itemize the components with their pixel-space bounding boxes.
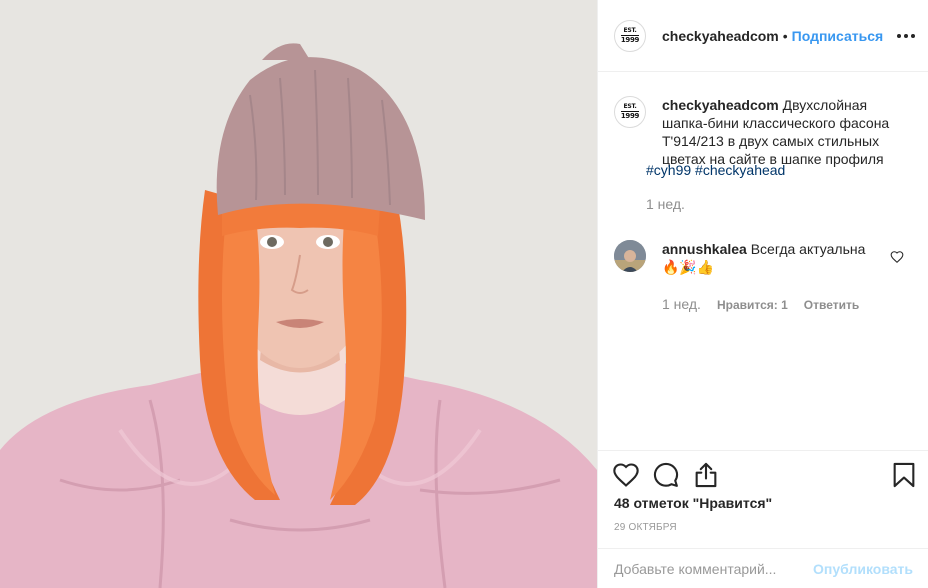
- reply-button[interactable]: Ответить: [804, 298, 859, 312]
- caption-text-block: checkyaheadcom Двухслойная шапка-бини кл…: [662, 96, 902, 168]
- add-comment-bar: Опубликовать: [598, 548, 928, 588]
- commenter-avatar[interactable]: [614, 240, 646, 272]
- header-username[interactable]: checkyaheadcom: [662, 28, 779, 44]
- header-separator: •: [782, 27, 788, 44]
- heart-icon[interactable]: [612, 461, 640, 489]
- comment-meta: 1 нед. Нравится: 1 Ответить: [662, 296, 859, 312]
- comment-icon[interactable]: [652, 461, 680, 489]
- commenter-avatar-image: [614, 240, 646, 272]
- caption-avatar[interactable]: EST. 1999: [614, 96, 646, 128]
- comment-text-block: annushkalea Всегда актуальна 🔥🎉👍: [662, 240, 882, 276]
- comment-time[interactable]: 1 нед.: [662, 296, 701, 312]
- account-avatar[interactable]: EST. 1999: [614, 19, 646, 52]
- comment-text: Всегда актуальна: [750, 241, 866, 257]
- post-photo[interactable]: [0, 0, 597, 588]
- share-icon[interactable]: [692, 461, 720, 489]
- hashtag-link[interactable]: #checkyahead: [695, 162, 785, 178]
- bookmark-icon[interactable]: [890, 461, 918, 489]
- likes-count[interactable]: 48 отметок "Нравится": [614, 495, 772, 511]
- post-header: EST. 1999 checkyaheadcom • Подписаться: [598, 0, 928, 72]
- hashtag-link[interactable]: #cyh99: [646, 162, 691, 178]
- avatar-text-year: 1999: [620, 111, 640, 120]
- comment-like-heart-icon[interactable]: [890, 250, 904, 264]
- avatar-text-est: EST.: [623, 103, 637, 110]
- comments-list[interactable]: EST. 1999 checkyaheadcom Двухслойная шап…: [598, 72, 928, 450]
- more-dot: [911, 34, 915, 38]
- comment-likes[interactable]: Нравится: 1: [717, 298, 788, 312]
- more-dot: [904, 34, 908, 38]
- more-options-icon[interactable]: [897, 28, 915, 44]
- comment-emojis: 🔥🎉👍: [662, 259, 715, 275]
- comment-username[interactable]: annushkalea: [662, 241, 747, 257]
- comment-input[interactable]: [614, 560, 814, 577]
- caption-username[interactable]: checkyaheadcom: [662, 97, 779, 113]
- caption-time[interactable]: 1 нед.: [646, 196, 685, 212]
- more-dot: [897, 34, 901, 38]
- avatar-text-year: 1999: [620, 34, 640, 44]
- post-side-panel: EST. 1999 checkyaheadcom • Подписаться E…: [597, 0, 928, 588]
- instagram-post: EST. 1999 checkyaheadcom • Подписаться E…: [0, 0, 928, 588]
- publish-button[interactable]: Опубликовать: [813, 561, 913, 577]
- follow-button[interactable]: Подписаться: [792, 28, 884, 44]
- post-date[interactable]: 29 октября: [614, 522, 677, 533]
- hashtags: #cyh99 #checkyahead: [646, 162, 785, 178]
- avatar-text-est: EST.: [623, 26, 637, 34]
- action-bar: [598, 450, 928, 500]
- portrait-illustration: [0, 0, 597, 588]
